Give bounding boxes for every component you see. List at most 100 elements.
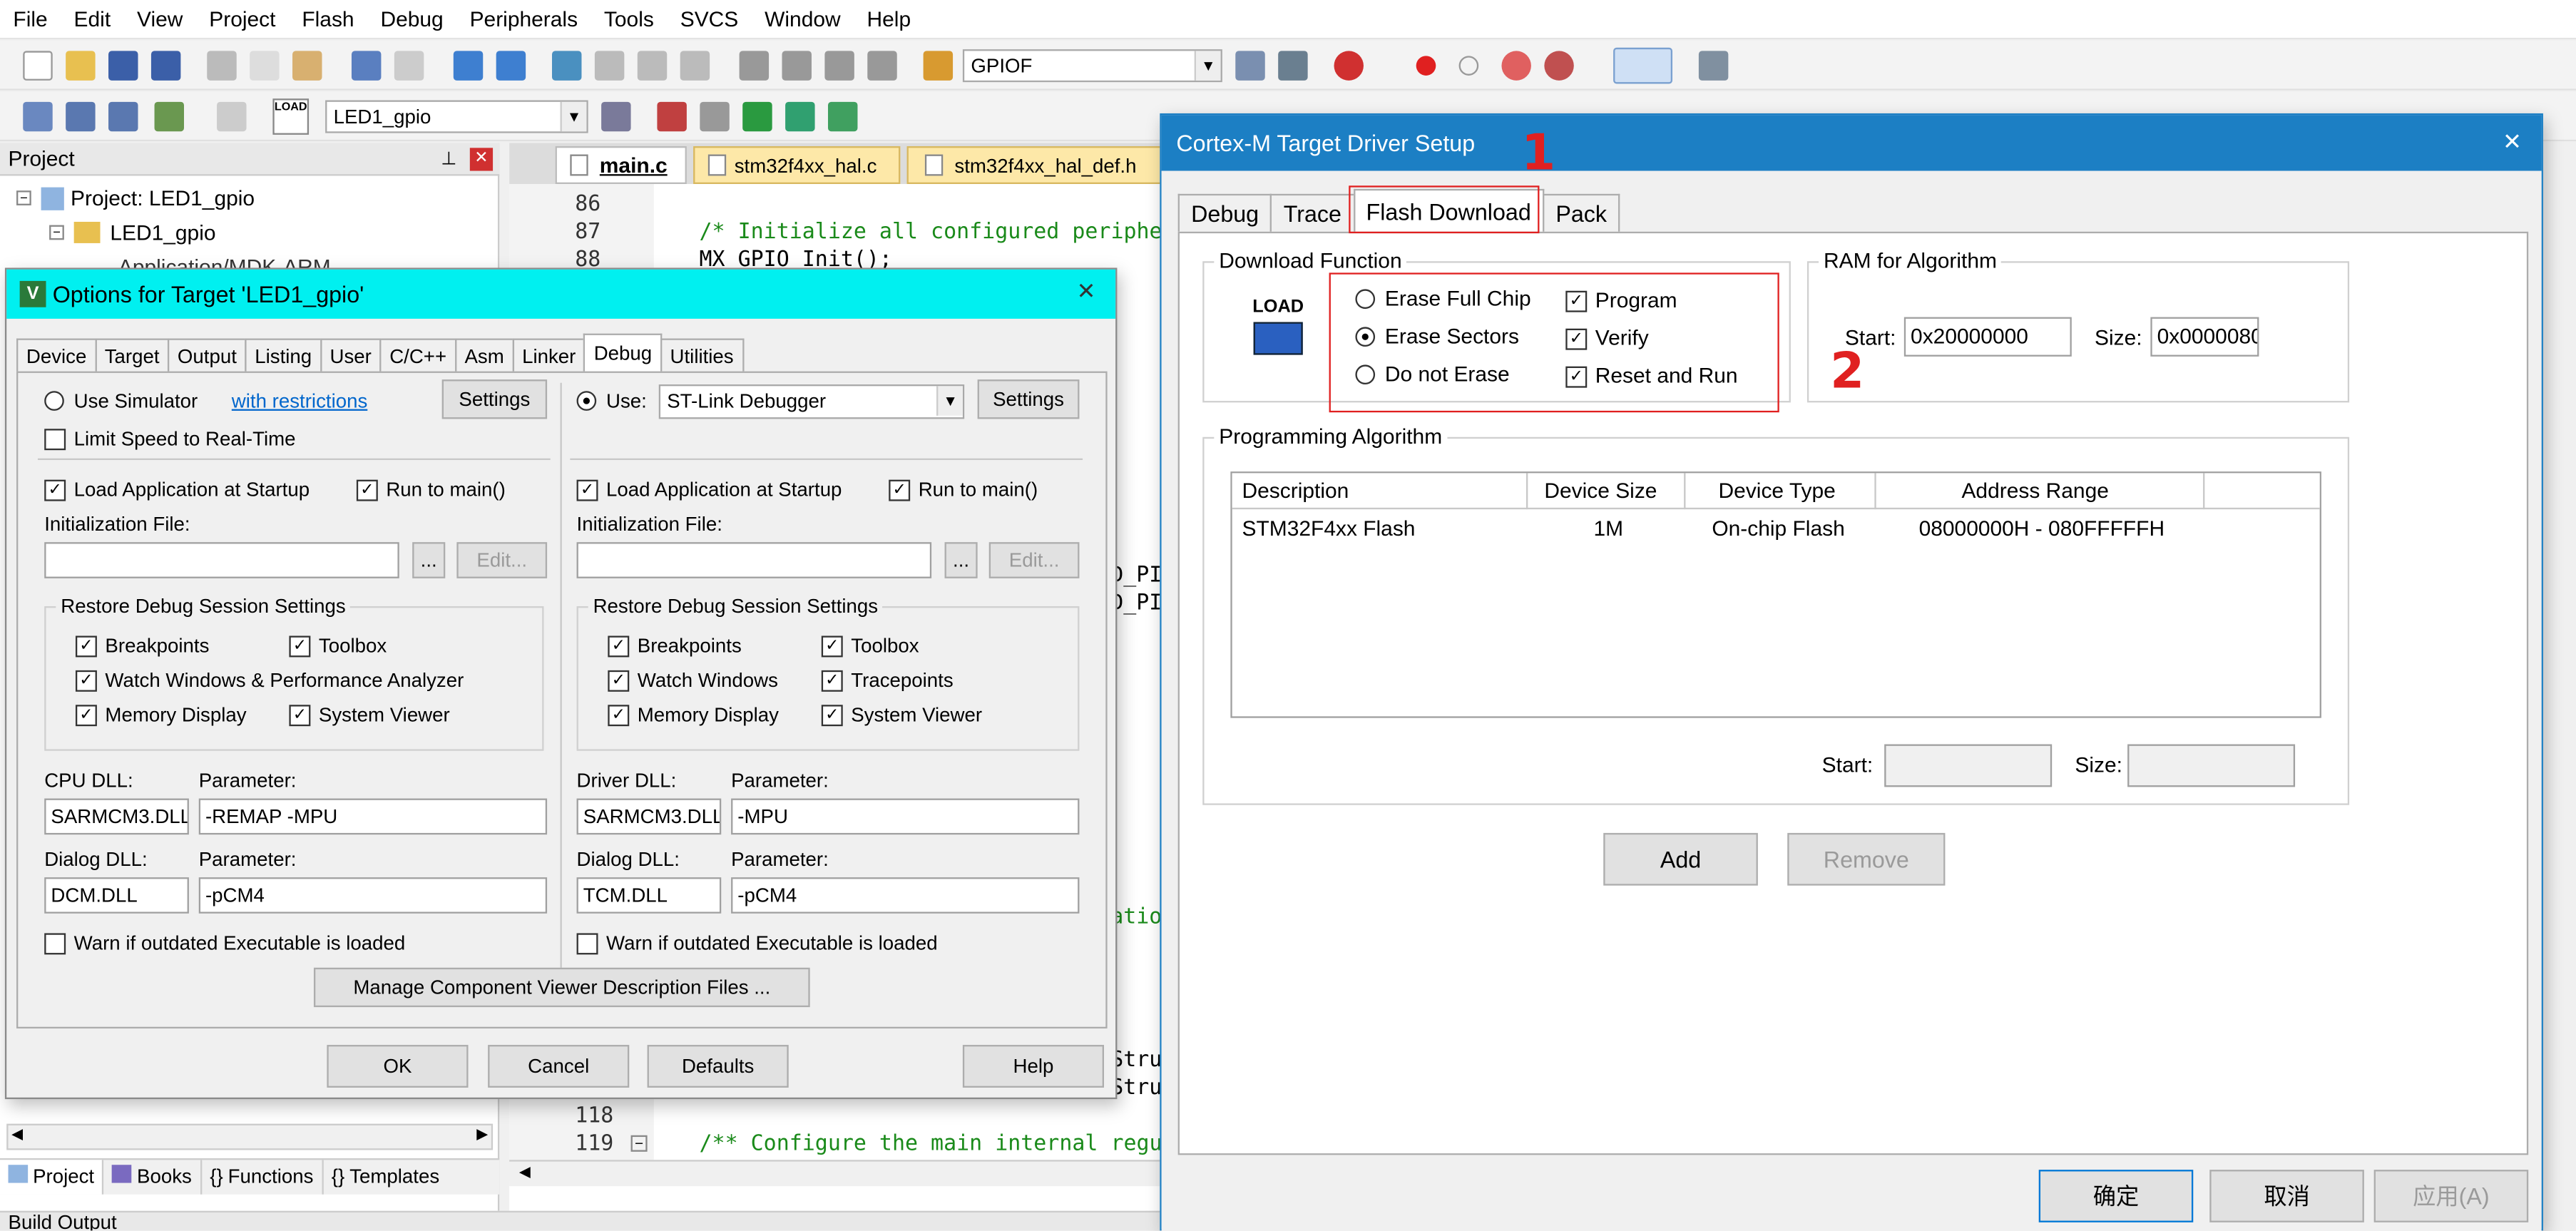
algo-size-input[interactable] [2127, 744, 2296, 787]
column-header-device-size[interactable]: Device Size [1528, 473, 1686, 510]
redo-icon[interactable] [394, 51, 424, 81]
right-run-to-main-checkbox[interactable]: ✓ Run to main() [889, 478, 1038, 501]
paste-icon[interactable] [292, 51, 322, 81]
tab-templates[interactable]: {} Templates [323, 1160, 447, 1194]
tree-item-target[interactable]: − LED1_gpio [49, 220, 216, 245]
bookmark-prev-icon[interactable] [594, 51, 625, 81]
tab-linker[interactable]: Linker [512, 338, 586, 372]
indent-icon[interactable] [739, 51, 770, 81]
driver-param-input[interactable]: -MPU [731, 798, 1080, 835]
menu-svcs[interactable]: SVCS [667, 0, 751, 39]
tab-c-c-[interactable]: C/C++ [379, 338, 456, 372]
add-button[interactable]: Add [1603, 832, 1758, 886]
use-simulator-radio[interactable]: Use Simulator [44, 389, 198, 412]
tab-main-c[interactable]: main.c [555, 146, 687, 184]
warn-outdated-checkbox[interactable]: Warn if outdated Executable is loaded [44, 931, 405, 954]
menu-window[interactable]: Window [752, 0, 854, 39]
tab-asm[interactable]: Asm [454, 338, 514, 372]
open-folder-icon[interactable] [66, 51, 96, 81]
find-combo[interactable]: GPIOF ▼ [962, 49, 1222, 83]
tab-stm32f4xx-hal-def-h[interactable]: stm32f4xx_hal_def.h [906, 146, 1170, 184]
editor-horizontal-scrollbar[interactable]: ◀ [509, 1160, 1167, 1187]
debugger-settings-button[interactable]: Settings [977, 379, 1080, 419]
fold-icon[interactable]: − [630, 1135, 648, 1152]
batch-build-icon[interactable] [154, 101, 184, 132]
tree-item-project[interactable]: − Project: LED1_gpio [16, 185, 255, 210]
run-to-main-checkbox[interactable]: ✓ Run to main() [356, 478, 506, 501]
tab-pack[interactable]: Pack [1542, 193, 1620, 232]
stop-build-icon[interactable] [217, 101, 247, 132]
cpu-param-input[interactable]: -REMAP -MPU [198, 798, 548, 835]
defaults-button[interactable]: Defaults [647, 1045, 789, 1088]
right-dialog-dll-input[interactable]: TCM.DLL [576, 877, 722, 914]
ok-button[interactable]: OK [327, 1045, 469, 1088]
tab-utilities[interactable]: Utilities [660, 338, 744, 372]
right-warn-outdated-checkbox[interactable]: Warn if outdated Executable is loaded [576, 931, 938, 954]
select-packs-icon[interactable] [785, 101, 815, 132]
menu-peripherals[interactable]: Peripherals [456, 0, 591, 39]
collapse-icon[interactable]: − [49, 225, 64, 240]
right-init-file-input[interactable] [576, 542, 932, 578]
window-layout-icon[interactable] [1613, 47, 1673, 84]
column-header-device-type[interactable]: Device Type [1685, 473, 1876, 510]
tab-target[interactable]: Target [94, 338, 170, 372]
apply-button[interactable]: 应用(A) [2373, 1170, 2529, 1222]
tab-device[interactable]: Device [16, 338, 97, 372]
forward-icon[interactable] [496, 51, 526, 81]
watch-windows-checkbox[interactable]: ✓ Watch Windows & Performance Analyzer [75, 669, 464, 692]
find-icon[interactable] [1235, 51, 1265, 81]
tab-books[interactable]: Books [104, 1160, 202, 1195]
simulator-settings-button[interactable]: Settings [441, 379, 548, 419]
tab-debug[interactable]: Debug [1177, 193, 1272, 232]
translate-icon[interactable] [23, 101, 53, 132]
scroll-left-icon[interactable]: ◀ [519, 1163, 531, 1181]
right-edit-button[interactable]: Edit... [988, 542, 1080, 578]
new-file-icon[interactable] [23, 51, 53, 81]
right-breakpoints-checkbox[interactable]: ✓ Breakpoints [608, 634, 742, 657]
unindent-icon[interactable] [782, 51, 812, 81]
cortex-cancel-button[interactable]: 取消 [2209, 1170, 2364, 1222]
tab-stm32f4xx-hal-c[interactable]: stm32f4xx_hal.c [693, 146, 901, 184]
bookmark-next-icon[interactable] [637, 51, 668, 81]
tab-debug[interactable]: Debug [583, 333, 663, 372]
uncomment-icon[interactable] [867, 51, 897, 81]
right-browse-button[interactable]: ... [944, 542, 978, 578]
menu-help[interactable]: Help [854, 0, 924, 39]
menu-tools[interactable]: Tools [591, 0, 667, 39]
rebuild-icon[interactable] [108, 101, 138, 132]
chevron-down-icon[interactable]: ▼ [1194, 51, 1221, 81]
right-watch-windows-checkbox[interactable]: ✓ Watch Windows [608, 669, 778, 692]
pack-installer-icon[interactable] [742, 101, 772, 132]
dialog-param-input[interactable]: -pCM4 [198, 877, 548, 914]
right-toolbox-checkbox[interactable]: ✓ Toolbox [821, 634, 919, 657]
tab-listing[interactable]: Listing [245, 338, 322, 372]
breakpoint-icon[interactable] [1416, 56, 1436, 76]
debug-start-icon[interactable] [1334, 51, 1364, 81]
copy-icon[interactable] [250, 51, 280, 81]
toolbox-checkbox[interactable]: ✓ Toolbox [289, 634, 387, 657]
limit-speed-checkbox[interactable]: Limit Speed to Real-Time [44, 427, 296, 450]
manage-rte-icon[interactable] [827, 101, 858, 132]
save-all-icon[interactable] [150, 51, 181, 81]
with-restrictions-link[interactable]: with restrictions [232, 389, 367, 412]
chevron-down-icon[interactable]: ▼ [560, 101, 587, 132]
breakpoints-checkbox[interactable]: ✓ Breakpoints [75, 634, 209, 657]
scroll-left-icon[interactable]: ◀ [11, 1125, 23, 1143]
incremental-find-icon[interactable] [1278, 51, 1308, 81]
build-icon[interactable] [66, 101, 96, 132]
target-options-icon[interactable] [601, 101, 631, 132]
remove-button[interactable]: Remove [1787, 832, 1946, 886]
file-extensions-icon[interactable] [700, 101, 730, 132]
breakpoint-disable-icon[interactable] [1458, 56, 1479, 76]
memory-display-checkbox[interactable]: ✓ Memory Display [75, 703, 247, 726]
horizontal-scrollbar[interactable]: ◀ ▶ [6, 1123, 494, 1150]
comment-icon[interactable] [824, 51, 854, 81]
tab-user[interactable]: User [320, 338, 382, 372]
table-row[interactable]: STM32F4xx Flash 1M On-chip Flash 0800000… [1232, 513, 2320, 546]
right-load-app-checkbox[interactable]: ✓ Load Application at Startup [576, 478, 842, 501]
tab-output[interactable]: Output [168, 338, 247, 372]
debugger-select[interactable]: ST-Link Debugger ▼ [658, 384, 965, 419]
manage-project-icon[interactable] [657, 101, 687, 132]
tab-functions[interactable]: {} Functions [202, 1160, 324, 1195]
ram-size-input[interactable]: 0x00000800 [2150, 317, 2259, 357]
